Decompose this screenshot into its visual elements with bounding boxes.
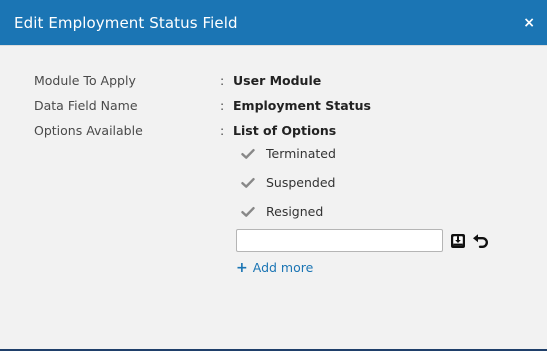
option-label: Suspended — [266, 175, 336, 190]
save-icon[interactable] — [449, 232, 467, 250]
field-row-data-field-name: Data Field Name : Employment Status — [0, 97, 547, 122]
field-row-module: Module To Apply : User Module — [0, 72, 547, 97]
field-value: User Module — [233, 73, 322, 88]
field-separator: : — [220, 98, 225, 113]
field-separator: : — [220, 73, 225, 88]
new-option-row — [236, 229, 489, 252]
field-value: Employment Status — [233, 98, 371, 113]
option-item-resigned: Resigned — [241, 204, 323, 219]
field-label: Module To Apply — [34, 73, 136, 88]
add-more-label: Add more — [252, 260, 314, 275]
field-label: Data Field Name — [34, 98, 138, 113]
dialog-title: Edit Employment Status Field — [14, 13, 238, 32]
option-label: Terminated — [266, 146, 336, 161]
undo-icon[interactable] — [471, 232, 489, 250]
field-row-options-available: Options Available : List of Options — [0, 122, 547, 147]
option-label: Resigned — [266, 204, 324, 219]
plus-icon: + — [236, 259, 248, 276]
close-icon[interactable]: × — [523, 16, 535, 30]
field-label: Options Available — [34, 123, 143, 138]
check-icon — [241, 206, 255, 217]
option-item-terminated: Terminated — [241, 146, 336, 161]
dialog-body: Module To Apply : User Module Data Field… — [0, 46, 547, 147]
new-option-input[interactable] — [236, 229, 443, 252]
check-icon — [241, 177, 255, 188]
field-separator: : — [220, 123, 225, 138]
edit-field-dialog: Edit Employment Status Field × Module To… — [0, 0, 547, 351]
check-icon — [241, 148, 255, 159]
option-item-suspended: Suspended — [241, 175, 335, 190]
dialog-header: Edit Employment Status Field × — [0, 0, 547, 46]
add-more-link[interactable]: + Add more — [236, 260, 313, 275]
field-value: List of Options — [233, 123, 337, 138]
